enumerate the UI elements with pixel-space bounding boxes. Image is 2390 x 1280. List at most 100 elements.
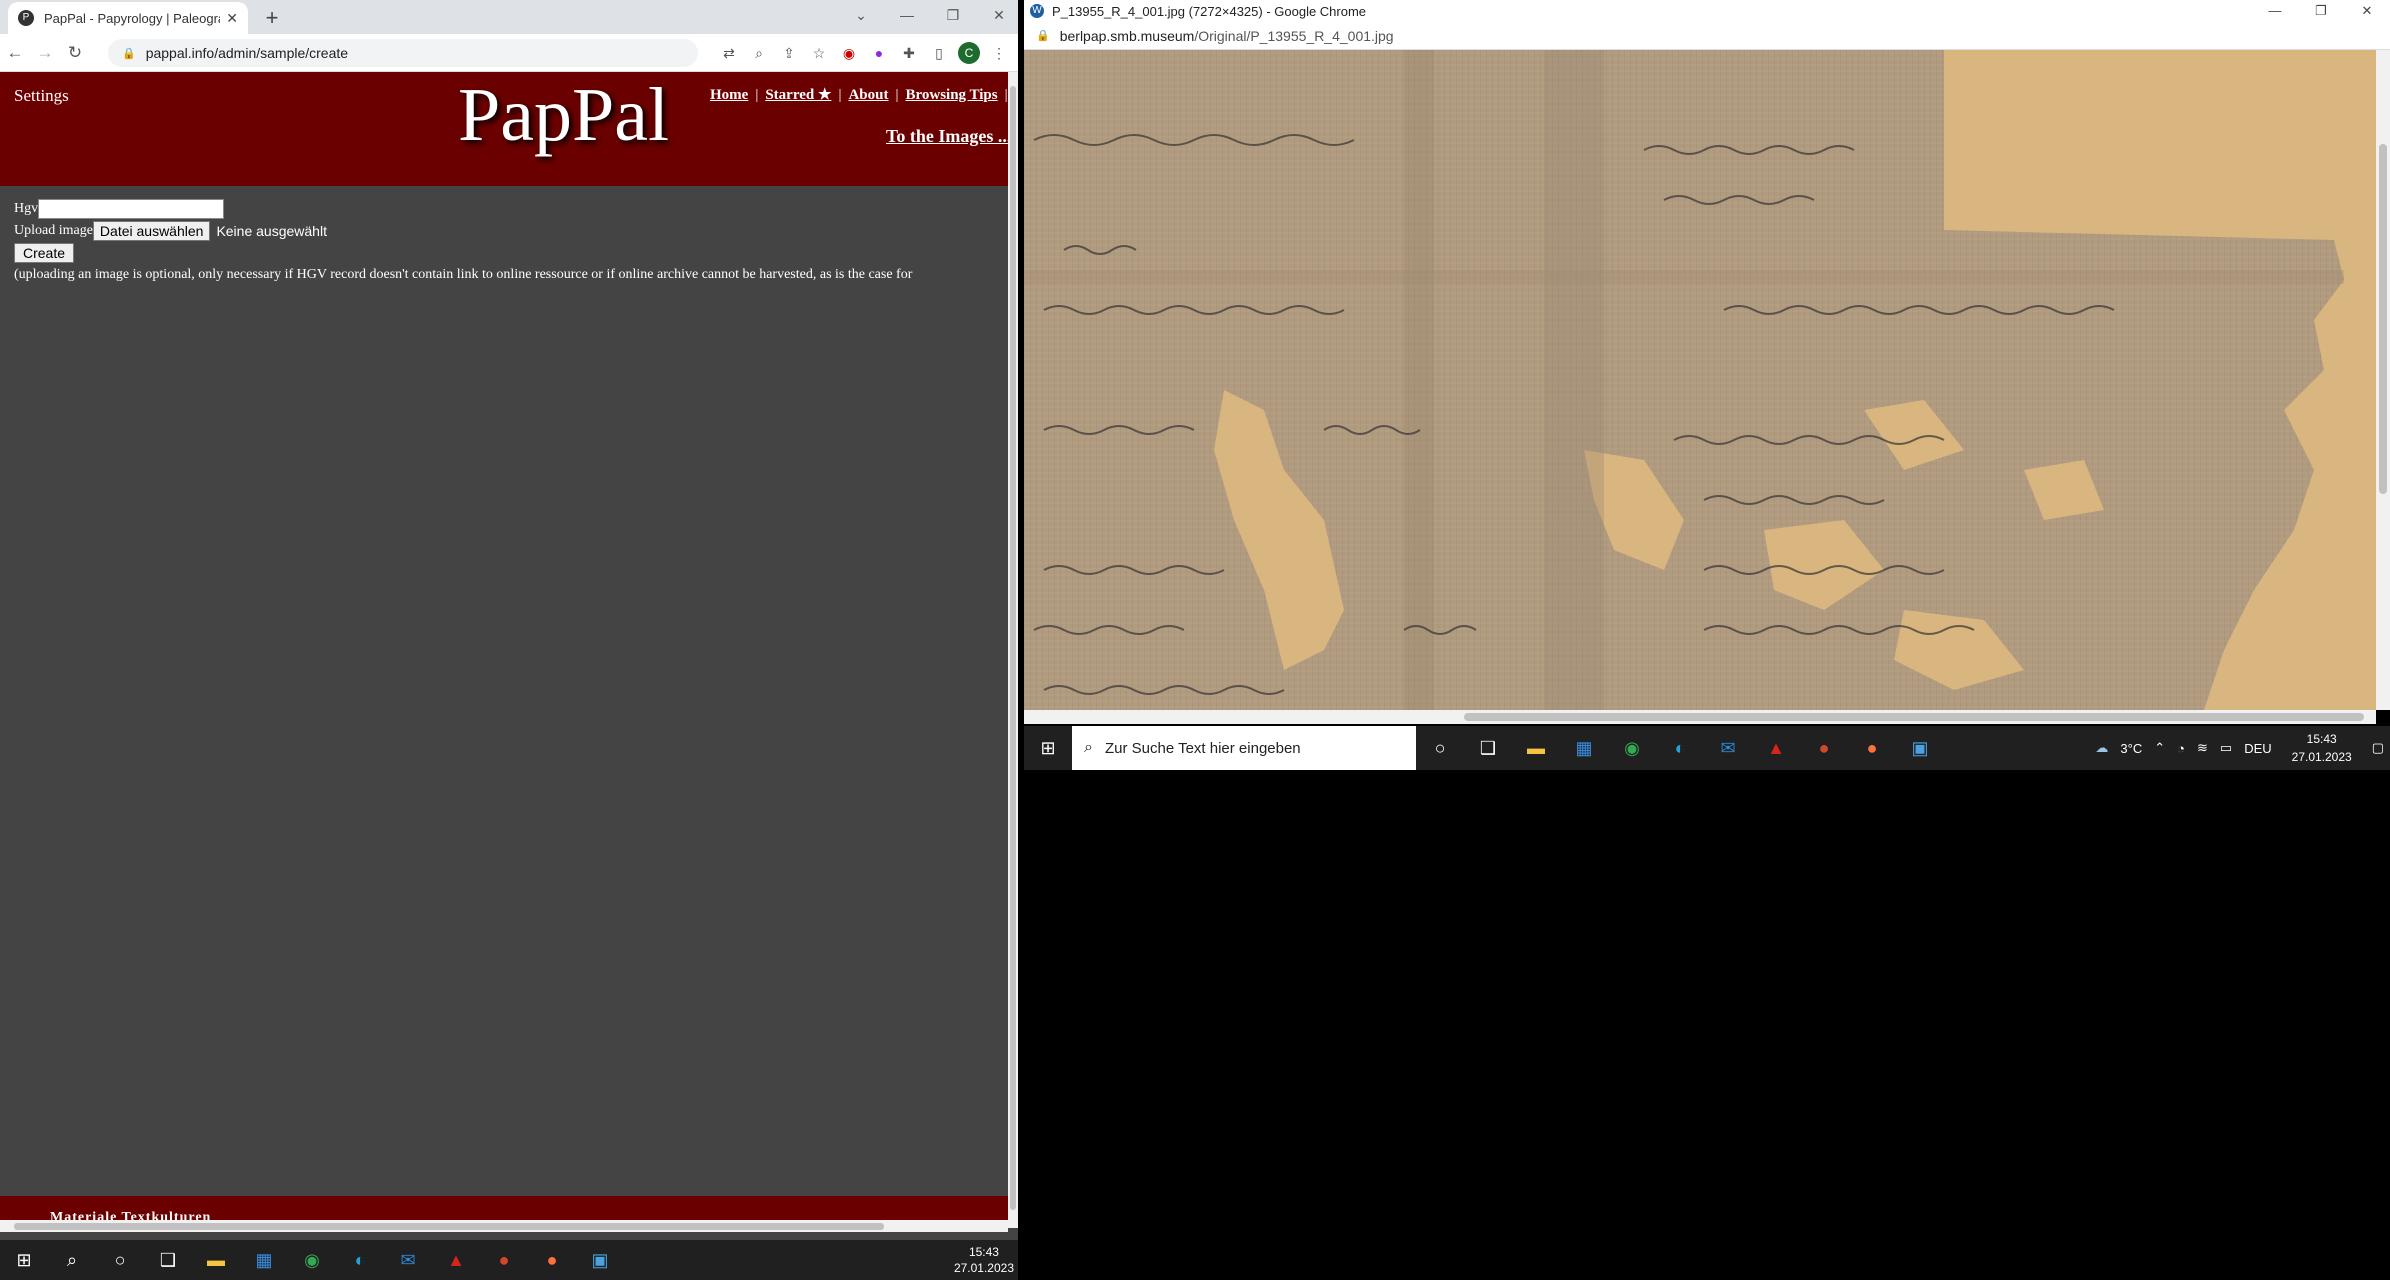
photos-icon[interactable]: ▣ xyxy=(576,1240,624,1280)
papyrus-image[interactable] xyxy=(1024,50,2376,710)
notification-icon[interactable]: ▢ xyxy=(2372,740,2384,756)
explorer-icon[interactable]: ▬ xyxy=(1512,728,1560,768)
lock-icon[interactable]: 🔒 xyxy=(122,47,136,60)
choose-file-button[interactable]: Datei auswählen xyxy=(92,221,211,241)
powerpoint-icon[interactable]: ● xyxy=(480,1240,528,1280)
store-icon[interactable]: ▦ xyxy=(1560,728,1608,768)
star-icon[interactable]: ☆ xyxy=(804,39,834,67)
edge-icon[interactable]: ◐ xyxy=(336,1240,384,1280)
network-icon[interactable]: ◔ xyxy=(2177,741,2185,756)
cortana-icon[interactable]: ○ xyxy=(96,1240,144,1280)
back-icon[interactable]: ← xyxy=(0,43,30,63)
close-window-button-right[interactable]: ✕ xyxy=(2344,0,2390,22)
url-text: pappal.info/admin/sample/create xyxy=(145,45,349,61)
acrobat-icon[interactable]: ▲ xyxy=(432,1240,480,1280)
page-content: Settings PapPal Home | Starred ★ | About | Bro… xyxy=(0,72,1008,1228)
toolbar-icons: ⇄ ⌕ ⇪ ☆ ◉ ● ✚ ▯ C ⋮ xyxy=(714,39,1014,67)
nav-about[interactable]: About xyxy=(848,87,888,103)
chrome-icon[interactable]: ◉ xyxy=(1608,728,1656,768)
window-title: P_13955_R_4_001.jpg (7272×4325) - Google… xyxy=(1052,3,1367,19)
site-logo[interactable]: PapPal xyxy=(458,72,669,159)
to-images-link[interactable]: To the Images ... xyxy=(886,126,1008,147)
mail-icon[interactable]: ✉ xyxy=(1704,728,1752,768)
close-tab-icon[interactable]: ✕ xyxy=(226,10,238,27)
nav-browsing-tips[interactable]: Browsing Tips xyxy=(905,87,997,103)
puzzle-icon[interactable]: ✚ xyxy=(894,39,924,67)
upload-label: Upload image xyxy=(14,223,93,238)
explorer-icon[interactable]: ▬ xyxy=(192,1240,240,1280)
taskbar-clock[interactable]: 15:43 27.01.2023 xyxy=(954,1244,1014,1276)
wifi-icon[interactable]: ≋ xyxy=(2197,740,2208,756)
edge-icon[interactable]: ◐ xyxy=(1656,728,1704,768)
sidepanel-icon[interactable]: ▯ xyxy=(924,39,954,67)
windows-start-icon[interactable]: ⊞ xyxy=(0,1240,48,1280)
chevron-up-icon[interactable]: ⌃ xyxy=(2154,740,2165,756)
share-icon[interactable]: ⇪ xyxy=(774,39,804,67)
minimize-button-right[interactable]: — xyxy=(2252,0,2298,22)
photos-icon[interactable]: ▣ xyxy=(1896,728,1944,768)
window-controls-right: — ❐ ✕ xyxy=(2252,0,2390,22)
acrobat-icon[interactable]: ▲ xyxy=(1752,728,1800,768)
reload-icon[interactable]: ↻ xyxy=(60,43,90,63)
task-view-icon[interactable]: ❑ xyxy=(144,1240,192,1280)
taskbar-clock-right[interactable]: 15:43 27.01.2023 xyxy=(2292,730,2352,766)
close-window-button[interactable]: ✕ xyxy=(976,0,1018,30)
tab-title: PapPal - Papyrology | Paleograph xyxy=(44,10,221,26)
nav-home[interactable]: Home xyxy=(710,87,748,103)
firefox-icon[interactable]: ● xyxy=(528,1240,576,1280)
mail-icon[interactable]: ✉ xyxy=(384,1240,432,1280)
menu-dots-icon[interactable]: ⋮ xyxy=(984,39,1014,67)
url-host: berlpap.smb.museum xyxy=(1059,27,1195,44)
pappal-favicon-icon: P xyxy=(18,10,34,26)
new-tab-button[interactable]: + xyxy=(258,4,286,32)
tab-search-icon[interactable]: ⌄ xyxy=(838,0,884,30)
clock-time-right: 15:43 xyxy=(2306,732,2337,746)
horizontal-scrollbar[interactable] xyxy=(0,1220,1008,1232)
hgv-input[interactable] xyxy=(38,199,225,219)
cortana-icon[interactable]: ○ xyxy=(1416,728,1464,768)
site-header: Settings PapPal Home | Starred ★ | About | Bro… xyxy=(0,72,1008,186)
extension-purple-icon[interactable]: ● xyxy=(864,39,894,67)
vertical-scrollbar[interactable] xyxy=(1008,72,1018,1228)
clock-date-right: 27.01.2023 xyxy=(2291,750,2352,764)
address-bar-right[interactable]: 🔒 berlpap.smb.museum/Original/P_13955_R_… xyxy=(1024,22,2390,64)
lock-icon[interactable]: 🔒 xyxy=(1036,29,1050,42)
weather-text[interactable]: 3°C xyxy=(2120,741,2142,756)
restore-button[interactable]: ❐ xyxy=(930,0,976,30)
create-button[interactable]: Create xyxy=(14,243,75,263)
search-placeholder: Zur Suche Text hier eingeben xyxy=(1104,739,1301,757)
clock-date: 27.01.2023 xyxy=(953,1261,1014,1275)
search-icon[interactable]: ⌕ xyxy=(48,1240,96,1280)
window-title-bar: W P_13955_R_4_001.jpg (7272×4325) - Goog… xyxy=(1024,0,2390,22)
tab-pappal[interactable]: P PapPal - Papyrology | Paleograph ✕ xyxy=(8,2,248,34)
translate-icon[interactable]: ⇄ xyxy=(714,39,744,67)
weather-icon[interactable]: ☁ xyxy=(2095,740,2108,756)
store-icon[interactable]: ▦ xyxy=(240,1240,288,1280)
windows-start-icon[interactable]: ⊞ xyxy=(1024,728,1072,768)
url-input[interactable]: 🔒 pappal.info/admin/sample/create xyxy=(108,39,698,67)
task-view-icon[interactable]: ❑ xyxy=(1464,728,1512,768)
battery-icon[interactable]: ▭ xyxy=(2220,740,2232,756)
taskbar-left: ⊞ ⌕ ○ ❑ ▬ ▦ ◉ ◐ ✉ ▲ ● ● ▣ 15:43 27.01.20… xyxy=(0,1240,1018,1280)
powerpoint-icon[interactable]: ● xyxy=(1800,728,1848,768)
system-tray: ☁ 3°C ⌃ ◔ ≋ ▭ DEU 15:43 27.01.2023 ▢ xyxy=(2089,726,2390,770)
avatar[interactable]: C xyxy=(958,42,980,64)
hgv-label: Hgv xyxy=(14,201,39,216)
address-bar-row: ← → ↻ 🔒 pappal.info/admin/sample/create … xyxy=(0,34,1018,72)
image-horizontal-scrollbar[interactable] xyxy=(1024,710,2376,724)
restore-button-right[interactable]: ❐ xyxy=(2298,0,2344,22)
zoom-icon[interactable]: ⌕ xyxy=(744,39,774,67)
taskbar-search-input[interactable]: ⌕ Zur Suche Text hier eingeben xyxy=(1072,726,1416,770)
top-nav: Home|Starred ★|About|Browsing Tips|G xyxy=(710,87,1008,103)
nav-starred[interactable]: Starred ★ xyxy=(765,87,831,103)
right-browser-window: W P_13955_R_4_001.jpg (7272×4325) - Goog… xyxy=(1024,0,2390,770)
extension-red-icon[interactable]: ◉ xyxy=(834,39,864,67)
forward-icon[interactable]: → xyxy=(30,43,60,63)
minimize-button[interactable]: — xyxy=(884,0,930,30)
chrome-icon[interactable]: ◉ xyxy=(288,1240,336,1280)
firefox-icon[interactable]: ● xyxy=(1848,728,1896,768)
language-indicator[interactable]: DEU xyxy=(2244,741,2271,756)
image-vertical-scrollbar[interactable] xyxy=(2376,50,2390,710)
settings-link[interactable]: Settings xyxy=(14,86,69,106)
search-icon: ⌕ xyxy=(1084,739,1093,756)
